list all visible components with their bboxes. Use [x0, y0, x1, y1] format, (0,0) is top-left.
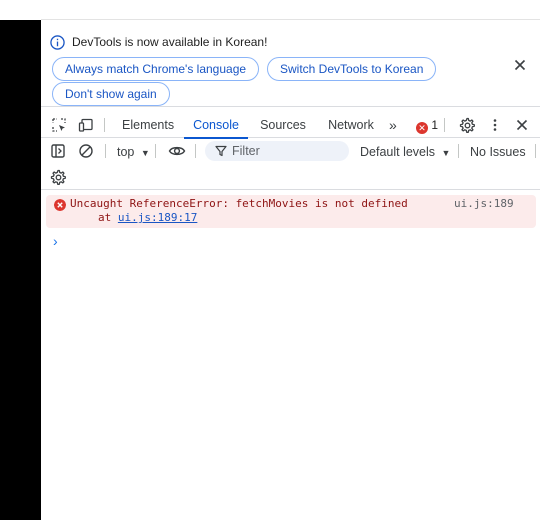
filter-input[interactable]: Filter — [205, 141, 349, 161]
tab-console[interactable]: Console — [184, 112, 248, 139]
tab-network[interactable]: Network — [324, 112, 378, 138]
more-vert-icon[interactable] — [487, 117, 503, 133]
error-count: 1 — [431, 118, 439, 132]
more-tabs-button[interactable]: » — [389, 112, 397, 138]
log-levels-select[interactable]: Default levels ▼ — [360, 143, 450, 162]
console-settings-icon[interactable] — [50, 169, 66, 185]
infobar-message: DevTools is now available in Korean! — [72, 35, 268, 49]
left-black-strip — [0, 0, 41, 520]
close-devtools-icon[interactable] — [514, 117, 530, 133]
toolbar-divider — [458, 144, 459, 158]
error-count-badge[interactable]: ✕ 1 — [416, 112, 438, 138]
console-toolbar: top ▼ Filter Default levels ▼ No Issues — [41, 139, 540, 164]
tab-elements[interactable]: Elements — [122, 112, 174, 138]
clear-icon[interactable] — [78, 143, 94, 159]
stack-location-link[interactable]: ui.js:189:17 — [118, 211, 197, 224]
devtools-panel: DevTools is now available in Korean! Alw… — [41, 21, 540, 520]
close-icon[interactable] — [512, 57, 528, 73]
context-select[interactable]: top ▼ — [117, 143, 150, 161]
filter-icon — [215, 145, 227, 157]
toolbar-divider — [155, 144, 156, 158]
always-match-language-button[interactable]: Always match Chrome's language — [52, 57, 260, 81]
console-settings-row — [41, 166, 540, 190]
toolbar-divider — [104, 118, 105, 132]
stack-prefix: at — [98, 211, 118, 224]
top-page-strip — [0, 0, 540, 20]
language-infobar: DevTools is now available in Korean! Alw… — [41, 21, 540, 107]
dont-show-again-button[interactable]: Don't show again — [52, 82, 170, 106]
tab-sources[interactable]: Sources — [258, 112, 308, 138]
error-stack-line: at ui.js:189:17 — [98, 211, 197, 225]
toolbar-divider — [535, 144, 536, 158]
error-text: Uncaught ReferenceError: fetchMovies is … — [70, 197, 408, 210]
toolbar-divider — [444, 118, 445, 132]
chevron-down-icon: ▼ — [140, 148, 150, 158]
log-levels-value: Default levels — [360, 145, 436, 159]
info-icon — [50, 35, 65, 50]
inspect-element-icon[interactable] — [51, 117, 67, 133]
toolbar-divider — [195, 144, 196, 158]
error-icon: ✕ — [416, 122, 428, 134]
settings-icon[interactable] — [459, 117, 475, 133]
toolbar-divider — [105, 144, 106, 158]
console-error-message[interactable]: Uncaught ReferenceError: fetchMovies is … — [46, 195, 536, 228]
device-toolbar-icon[interactable] — [78, 117, 94, 133]
chevron-down-icon: ▼ — [441, 148, 451, 158]
devtools-tabbar: Elements Console Sources Network » ✕ 1 — [41, 112, 540, 139]
eye-icon[interactable] — [168, 143, 186, 159]
sidebar-icon[interactable] — [50, 143, 66, 159]
switch-to-korean-button[interactable]: Switch DevTools to Korean — [267, 57, 437, 81]
error-icon — [54, 199, 66, 211]
console-prompt[interactable]: › — [53, 233, 58, 249]
issues-button[interactable]: No Issues — [470, 143, 526, 161]
error-source-link[interactable]: ui.js:189 — [454, 197, 514, 211]
filter-placeholder: Filter — [232, 144, 260, 158]
context-value: top — [117, 145, 135, 159]
